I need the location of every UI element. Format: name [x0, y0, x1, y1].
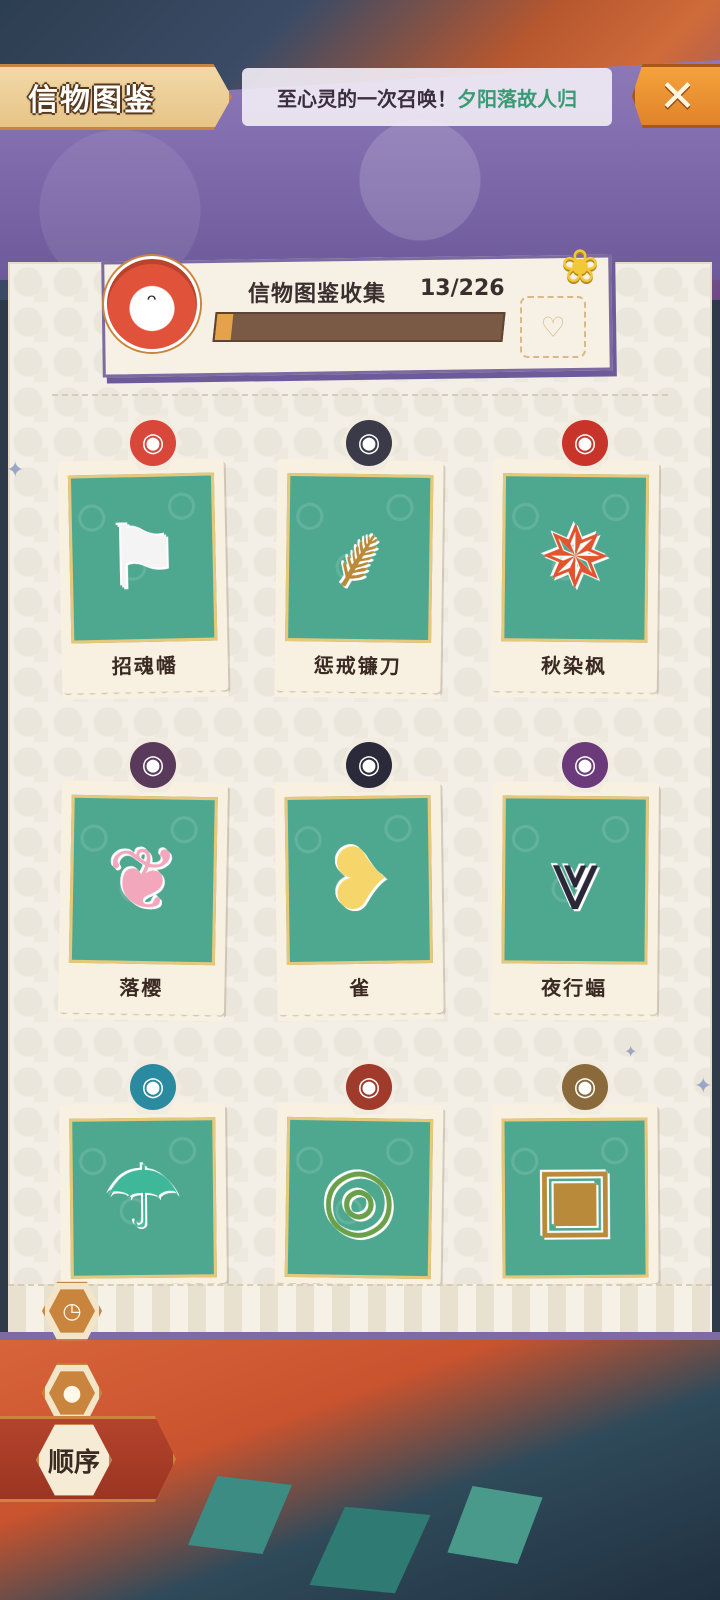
gift-bag-icon[interactable]: ♡ [520, 296, 586, 358]
announcement-marquee: 至心灵的一次召唤！ 夕阳落故人归 [242, 68, 612, 126]
item-card[interactable]: ▣ [491, 1103, 659, 1285]
item-name: 夜行蝠 [541, 975, 608, 1001]
close-button[interactable]: ✕ [632, 64, 720, 128]
item-art: ⩔ [501, 795, 649, 965]
item-art: ❦ [68, 794, 218, 966]
item-art: ◎ [284, 1116, 434, 1280]
collection-count: 13/226 [420, 276, 505, 301]
item-name: 招魂幡 [111, 653, 179, 679]
item-card[interactable]: ⚑ 招魂幡 [57, 458, 229, 694]
avatar-face-icon: ◉ [562, 1064, 608, 1110]
marquee-text: 至心灵的一次召唤！ [277, 86, 457, 111]
marquee-highlight: 夕阳落故人归 [457, 86, 577, 111]
item-name: 落樱 [119, 975, 164, 1001]
page-title-tab: 信物图鉴 [0, 64, 232, 130]
item-icon: ☂ [103, 1147, 183, 1249]
avatar-face-icon: ◉ [562, 742, 608, 788]
item-name: 秋染枫 [540, 653, 608, 679]
item-icon: ⸙ [326, 507, 393, 609]
collection-progress-bar [212, 312, 506, 342]
paper-bottom-border [8, 1284, 712, 1334]
item-icon: ⩔ [550, 829, 600, 931]
item-card[interactable]: ☂ [59, 1103, 227, 1285]
avatar-face-icon: ◉ [346, 1064, 392, 1110]
gift-bow-icon[interactable]: ❀ [540, 236, 620, 296]
avatar-face-icon: ◉ [562, 420, 608, 466]
item-card[interactable]: ⩔ 夜行蝠 [490, 781, 660, 1015]
item-card[interactable]: ❦ 落樱 [57, 780, 229, 1016]
item-icon: ⚑ [103, 507, 183, 609]
star-decoration: ✦ [694, 1074, 713, 1099]
star-decoration: ✦ [6, 458, 25, 483]
seed-icon: ● [49, 1371, 95, 1415]
item-icon: ◎ [320, 1147, 398, 1249]
item-icon: ❦ [106, 829, 181, 931]
item-card[interactable]: ❥ 雀 [274, 780, 444, 1016]
item-card[interactable]: ⸙ 惩戒镰刀 [274, 458, 444, 694]
avatar-face-icon: ◉ [130, 742, 176, 788]
item-icon: ❥ [322, 829, 396, 931]
item-art: ❥ [284, 794, 433, 966]
item-art: ✵ [501, 473, 650, 643]
item-art: ⚑ [67, 472, 218, 644]
section-divider [52, 394, 668, 396]
collection-progress-fill [214, 314, 234, 340]
close-icon: ✕ [659, 70, 696, 122]
item-name: 惩戒镰刀 [313, 653, 402, 679]
avatar-face-icon: ◉ [346, 420, 392, 466]
item-icon: ✵ [538, 507, 612, 609]
item-art: ▣ [501, 1117, 649, 1279]
item-card[interactable]: ◎ [274, 1102, 444, 1286]
page-title: 信物图鉴 [28, 83, 156, 118]
item-art: ⸙ [285, 472, 434, 644]
item-icon: ▣ [534, 1147, 617, 1249]
item-name: 雀 [349, 975, 372, 1001]
daruma-icon: ᵔ [104, 256, 200, 352]
collection-label: 信物图鉴收集 [248, 282, 387, 307]
avatar-face-icon: ◉ [346, 742, 392, 788]
item-art: ☂ [69, 1117, 217, 1279]
clock-icon: ◷ [49, 1289, 95, 1333]
order-label: 顺序 [47, 1447, 100, 1478]
avatar-face-icon: ◉ [130, 420, 176, 466]
star-decoration: ✦ [624, 1042, 638, 1061]
avatar-face-icon: ◉ [130, 1064, 176, 1110]
item-card[interactable]: ✵ 秋染枫 [490, 459, 660, 693]
